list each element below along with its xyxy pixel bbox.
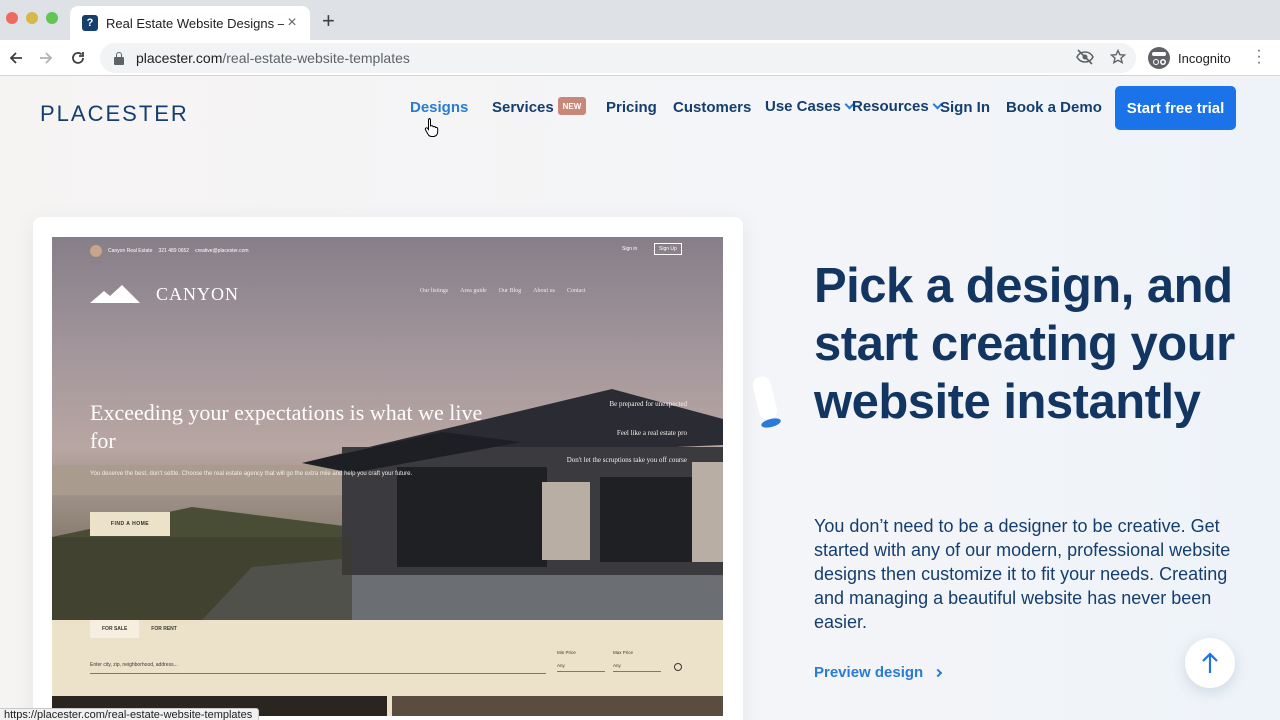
placester-favicon-icon: ? (82, 15, 98, 31)
preview-agent-avatar (90, 245, 102, 257)
canyon-logo: CANYON (90, 283, 239, 305)
close-window-button[interactable] (6, 12, 18, 24)
preview-max-price: Max Price Any (613, 650, 661, 672)
nav-services[interactable]: Services (492, 99, 554, 116)
mountain-icon (90, 285, 140, 303)
scroll-to-top-button[interactable] (1185, 638, 1235, 688)
back-arrow-icon[interactable] (4, 46, 28, 70)
url-path: /real-estate-website-templates (222, 50, 410, 66)
incognito-indicator[interactable]: Incognito (1144, 44, 1241, 72)
chevron-right-icon (933, 668, 943, 677)
preview-menu-item: About us (533, 288, 556, 294)
status-bar-url: https://placester.com/real-estate-websit… (0, 708, 260, 720)
star-bookmark-icon[interactable] (1109, 48, 1127, 70)
browser-tab[interactable]: ? Real Estate Website Designs – × (70, 6, 310, 40)
preview-search-tabs: FOR SALE FOR RENT (90, 620, 189, 638)
preview-min-price: Min Price Any (557, 650, 605, 672)
preview-feature: Be prepared for unexpected (609, 400, 687, 408)
hand-cursor-icon (424, 118, 439, 137)
placester-logo[interactable]: PLACESTER (40, 101, 189, 127)
preview-phone: 321 489 0652 (158, 248, 190, 254)
preview-menu-item: Our listings (420, 288, 449, 294)
preview-listing-thumb (392, 696, 723, 716)
nav-use-cases[interactable]: Use Cases (765, 98, 855, 115)
nav-book-demo[interactable]: Book a Demo (1006, 99, 1102, 116)
maximize-window-button[interactable] (46, 12, 58, 24)
incognito-icon (1148, 47, 1170, 69)
preview-min-price-value: Any (557, 663, 605, 672)
preview-find-home-button: FIND A HOME (90, 512, 170, 536)
preview-design-link[interactable]: Preview design (814, 664, 943, 681)
arrow-up-icon (1202, 652, 1218, 673)
preview-menu-item: Area guide (460, 288, 487, 294)
preview-feature: Don't let the scruptions take you off co… (566, 456, 687, 464)
nav-pricing[interactable]: Pricing (606, 99, 657, 116)
hero-title: Pick a design, and start creating your w… (814, 259, 1235, 429)
nav-use-cases-label: Use Cases (765, 98, 841, 115)
placester-page: PLACESTER Designs Services NEW Pricing C… (0, 77, 1280, 720)
preview-subtext: You deserve the best, don't settle. Choo… (90, 471, 413, 477)
new-tab-button[interactable]: + (322, 10, 335, 32)
tab-close-icon[interactable]: × (284, 15, 300, 31)
decorative-shape (752, 376, 781, 428)
preview-min-price-label: Min Price (557, 650, 576, 655)
preview-search-input: Enter city, zip, neighborhood, address..… (90, 662, 546, 674)
preview-tab-for-sale: FOR SALE (90, 620, 140, 638)
preview-sign-up: Sign Up (654, 243, 682, 255)
forward-arrow-icon[interactable] (34, 46, 58, 70)
canyon-logo-text: CANYON (156, 283, 240, 304)
reload-icon[interactable] (66, 46, 90, 70)
preview-feature: Feel like a real estate pro (616, 429, 687, 437)
tab-title: Real Estate Website Designs – (106, 15, 284, 31)
url-host: placester.com (136, 50, 223, 66)
incognito-label: Incognito (1178, 50, 1231, 66)
browser-menu-icon[interactable]: · · · (1256, 43, 1262, 71)
start-free-trial-button[interactable]: Start free trial (1115, 86, 1236, 130)
hero-subtitle: You don’t need to be a designer to be cr… (814, 516, 1231, 632)
preview-tab-for-rent: FOR RENT (151, 626, 177, 632)
new-badge: NEW (558, 97, 586, 115)
nav-designs[interactable]: Designs (410, 99, 468, 116)
minimize-window-button[interactable] (26, 12, 38, 24)
lock-icon[interactable] (114, 51, 124, 65)
nav-resources[interactable]: Resources (852, 98, 943, 115)
nav-resources-label: Resources (852, 98, 929, 115)
preview-email: creative@placester.com (195, 248, 249, 254)
canyon-template-preview[interactable]: Canyon Real Estate 321 489 0652 creative… (52, 237, 723, 620)
preview-max-price-value: Any (613, 663, 661, 672)
preview-menu-item: Our Blog (498, 288, 522, 294)
address-bar[interactable]: placester.com/real-estate-website-templa… (100, 43, 1136, 73)
browser-toolbar: placester.com/real-estate-website-templa… (0, 40, 1280, 76)
eye-slash-icon[interactable] (1076, 49, 1094, 70)
preview-search-icon (674, 663, 682, 671)
browser-tab-bar: ? Real Estate Website Designs – × + (0, 0, 1280, 40)
preview-top-bar: Canyon Real Estate 321 489 0652 creative… (90, 245, 249, 257)
preview-headline: Exceeding your expectations is what we l… (90, 400, 483, 453)
preview-max-price-label: Max Price (613, 650, 634, 655)
preview-menu: Our listings Area guide Our Blog About u… (420, 288, 586, 294)
preview-sign-in: Sign in (622, 246, 638, 252)
nav-sign-in[interactable]: Sign In (940, 99, 990, 116)
preview-menu-item: Contact (567, 288, 586, 294)
preview-design-label: Preview design (814, 664, 924, 681)
preview-brand-line: Canyon Real Estate (108, 248, 153, 254)
nav-customers[interactable]: Customers (673, 99, 751, 116)
